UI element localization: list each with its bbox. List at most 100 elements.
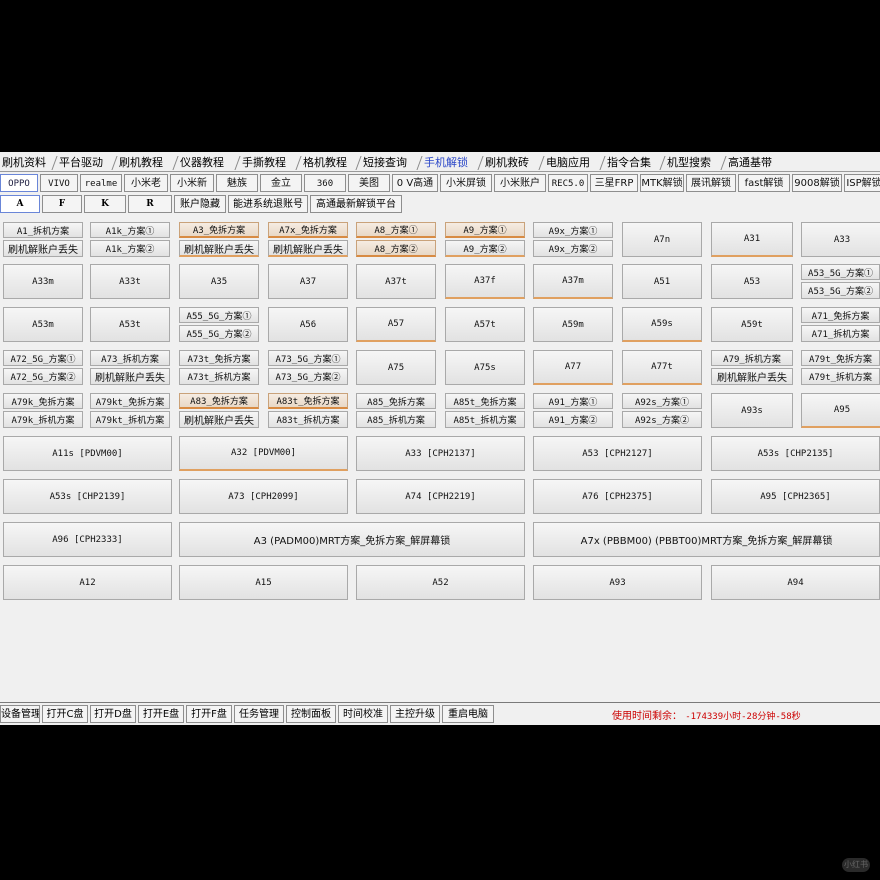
- model-button[interactable]: A75s: [445, 350, 525, 385]
- solution-button[interactable]: A9_方案②: [445, 240, 525, 257]
- model-button[interactable]: A95: [801, 393, 880, 428]
- tab-instrument-tutorial[interactable]: 仪器教程: [178, 154, 226, 171]
- model-button[interactable]: A37m: [533, 264, 613, 299]
- model-button[interactable]: A57t: [445, 307, 525, 342]
- model-button[interactable]: A76 [CPH2375]: [533, 479, 702, 514]
- master-upgrade-button[interactable]: 主控升级: [390, 705, 440, 723]
- solution-button[interactable]: A72_5G_方案①: [3, 350, 83, 366]
- solution-button[interactable]: A53_5G_方案①: [801, 264, 880, 280]
- brand-tab-360[interactable]: 360: [304, 174, 346, 192]
- solution-button[interactable]: A79_拆机方案: [711, 350, 793, 366]
- model-button[interactable]: A57: [356, 307, 436, 342]
- tab-phone-unlock[interactable]: 手机解锁: [422, 154, 470, 171]
- solution-button[interactable]: A85t_免拆方案: [445, 393, 525, 409]
- model-button[interactable]: A11s [PDVM00]: [3, 436, 172, 471]
- model-button[interactable]: A94: [711, 565, 880, 600]
- model-button[interactable]: A59s: [622, 307, 702, 342]
- time-sync-button[interactable]: 时间校准: [338, 705, 388, 723]
- solution-button[interactable]: A79t_免拆方案: [801, 350, 880, 366]
- model-button[interactable]: A51: [622, 264, 702, 299]
- solution-button[interactable]: A92s_方案①: [622, 393, 702, 409]
- solution-button[interactable]: A73_拆机方案: [90, 350, 170, 366]
- tab-qualcomm-baseband[interactable]: 高通基带: [726, 154, 774, 171]
- solution-button[interactable]: A9x_方案②: [533, 240, 613, 257]
- model-button[interactable]: A59t: [711, 307, 793, 342]
- model-button[interactable]: A15: [179, 565, 348, 600]
- solution-button[interactable]: A73_5G_方案②: [268, 368, 348, 385]
- model-button[interactable]: A32 [PDVM00]: [179, 436, 348, 471]
- solution-button[interactable]: A8_方案②: [356, 240, 436, 257]
- solution-button[interactable]: A71_免拆方案: [801, 307, 880, 323]
- solution-button[interactable]: A85_免拆方案: [356, 393, 436, 409]
- brand-tab-ov-qualcomm[interactable]: 0 V高通: [392, 174, 438, 192]
- model-button[interactable]: A35: [179, 264, 259, 299]
- solution-button[interactable]: A71_拆机方案: [801, 325, 880, 342]
- open-f-drive-button[interactable]: 打开F盘: [186, 705, 232, 723]
- tab-commands[interactable]: 指令合集: [605, 154, 653, 171]
- solution-button[interactable]: A85_拆机方案: [356, 411, 436, 428]
- brand-tab-meitu[interactable]: 美图: [348, 174, 390, 192]
- tab-platform-driver[interactable]: 平台驱动: [57, 154, 105, 171]
- brand-tab-realme[interactable]: realme: [80, 174, 122, 192]
- model-button[interactable]: A31: [711, 222, 793, 257]
- solution-button[interactable]: A79kt_免拆方案: [90, 393, 170, 409]
- solution-button[interactable]: A73t_免拆方案: [179, 350, 259, 366]
- model-button[interactable]: A53s [CHP2139]: [3, 479, 172, 514]
- brand-tab-samsung-frp[interactable]: 三星FRP: [590, 174, 638, 192]
- brand-tab-xiaomi-new[interactable]: 小米新: [170, 174, 214, 192]
- solution-button[interactable]: 刷机解账户丢失: [268, 240, 348, 257]
- solution-button[interactable]: A8_方案①: [356, 222, 436, 238]
- model-button[interactable]: A53: [711, 264, 793, 299]
- model-button[interactable]: A7n: [622, 222, 702, 257]
- model-button[interactable]: A59m: [533, 307, 613, 342]
- model-button[interactable]: A53s [CHP2135]: [711, 436, 880, 471]
- open-c-drive-button[interactable]: 打开C盘: [42, 705, 88, 723]
- tab-short-query[interactable]: 短接查询: [361, 154, 409, 171]
- brand-tab-9008-unlock[interactable]: 9008解锁: [792, 174, 842, 192]
- solution-button[interactable]: A91_方案②: [533, 411, 613, 428]
- model-button[interactable]: A75: [356, 350, 436, 385]
- model-button[interactable]: A37t: [356, 264, 436, 299]
- solution-button[interactable]: A83t_拆机方案: [268, 411, 348, 428]
- model-button[interactable]: A93: [533, 565, 702, 600]
- solution-button[interactable]: A83_免拆方案: [179, 393, 259, 409]
- model-button[interactable]: A53 [CPH2127]: [533, 436, 702, 471]
- solution-button[interactable]: 刷机解账户丢失: [179, 411, 259, 428]
- model-button[interactable]: A3 (PADM00)MRT方案_免拆方案_解屏幕锁: [179, 522, 525, 557]
- tab-pc-apps[interactable]: 电脑应用: [544, 154, 592, 171]
- solution-button[interactable]: A73_5G_方案①: [268, 350, 348, 366]
- solution-button[interactable]: A79t_拆机方案: [801, 368, 880, 385]
- solution-button[interactable]: 刷机解账户丢失: [90, 368, 170, 385]
- restart-pc-button[interactable]: 重启电脑: [442, 705, 494, 723]
- brand-tab-xiaomi-screenlock[interactable]: 小米屏锁: [440, 174, 492, 192]
- solution-button[interactable]: A79k_免拆方案: [3, 393, 83, 409]
- series-tab-f[interactable]: F: [42, 195, 82, 213]
- tab-model-search[interactable]: 机型搜索: [665, 154, 713, 171]
- brand-tab-oppo[interactable]: OPPO: [0, 174, 38, 192]
- brand-tab-meizu[interactable]: 魅族: [216, 174, 258, 192]
- series-tab-r[interactable]: R: [128, 195, 172, 213]
- tab-account-hide[interactable]: 账户隐藏: [174, 195, 226, 213]
- model-button[interactable]: A77t: [622, 350, 702, 385]
- solution-button[interactable]: A79k_拆机方案: [3, 411, 83, 428]
- solution-button[interactable]: A9_方案①: [445, 222, 525, 238]
- model-button[interactable]: A33: [801, 222, 880, 257]
- model-button[interactable]: A37: [268, 264, 348, 299]
- control-panel-button[interactable]: 控制面板: [286, 705, 336, 723]
- solution-button[interactable]: 刷机解账户丢失: [711, 368, 793, 385]
- tab-flash-tutorial[interactable]: 刷机教程: [117, 154, 165, 171]
- series-tab-a[interactable]: A: [0, 195, 40, 213]
- model-button[interactable]: A7x (PBBM00) (PBBT00)MRT方案_免拆方案_解屏幕锁: [533, 522, 880, 557]
- brand-tab-xiaomi-account[interactable]: 小米账户: [494, 174, 546, 192]
- solution-button[interactable]: A83t_免拆方案: [268, 393, 348, 409]
- solution-button[interactable]: A3_免拆方案: [179, 222, 259, 238]
- solution-button[interactable]: 刷机解账户丢失: [3, 240, 83, 257]
- solution-button[interactable]: A73t_拆机方案: [179, 368, 259, 385]
- model-button[interactable]: A96 [CPH2333]: [3, 522, 172, 557]
- model-button[interactable]: A95 [CPH2365]: [711, 479, 880, 514]
- brand-tab-mtk-unlock[interactable]: MTK解锁: [640, 174, 684, 192]
- brand-tab-rec50[interactable]: REC5.0: [548, 174, 588, 192]
- model-button[interactable]: A93s: [711, 393, 793, 428]
- solution-button[interactable]: A55_5G_方案①: [179, 307, 259, 323]
- solution-button[interactable]: A79kt_拆机方案: [90, 411, 170, 428]
